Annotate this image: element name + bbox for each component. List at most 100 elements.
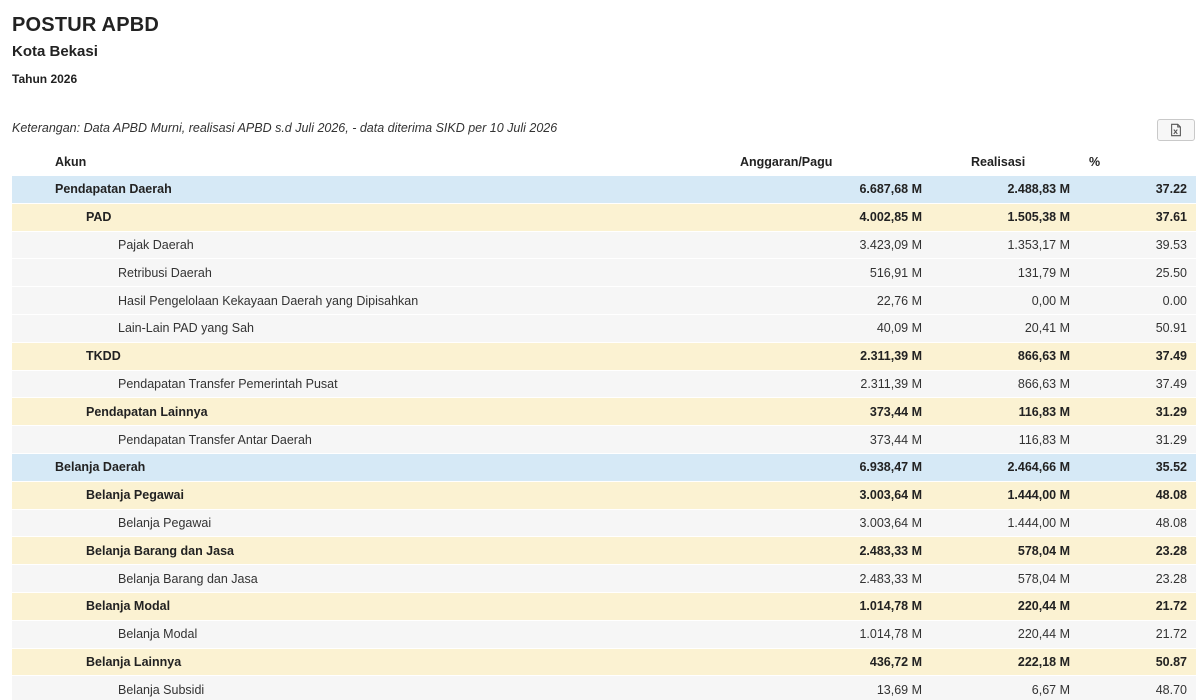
- column-header-realisasi: Realisasi: [971, 155, 1026, 169]
- anggaran-cell: 3.003,64 M: [859, 515, 922, 530]
- persen-cell: 25.50: [1155, 265, 1187, 280]
- page-title: POSTUR APBD: [12, 14, 160, 36]
- table-row: PAD 4.002,85 M 1.505,38 M 37.61: [12, 203, 1196, 232]
- realisasi-cell: 2.488,83 M: [1007, 182, 1070, 197]
- table-header: Akun Anggaran/Pagu Realisasi %: [12, 148, 1196, 176]
- akun-cell: Pendapatan Transfer Pemerintah Pusat: [118, 376, 338, 391]
- anggaran-cell: 436,72 M: [869, 654, 922, 669]
- akun-cell: Retribusi Daerah: [118, 265, 212, 280]
- persen-cell: 0.00: [1162, 293, 1187, 308]
- table-row: Lain-Lain PAD yang Sah 40,09 M 20,41 M 50.9…: [12, 314, 1196, 343]
- table-body: Pendapatan Daerah 6.687,68 M 2.488,83 M 37.…: [12, 176, 1196, 700]
- persen-cell: 50.91: [1155, 321, 1187, 336]
- table-row: Belanja Pegawai 3.003,64 M 1.444,00 M 48.08: [12, 481, 1196, 510]
- persen-cell: 37.61: [1155, 210, 1187, 225]
- column-header-persen: %: [1089, 155, 1101, 169]
- anggaran-cell: 13,69 M: [876, 682, 922, 697]
- persen-cell: 21.72: [1155, 599, 1187, 614]
- anggaran-cell: 1.014,78 M: [859, 627, 922, 642]
- persen-cell: 31.29: [1155, 432, 1187, 447]
- akun-cell: Belanja Pegawai: [118, 515, 212, 530]
- table-row: Belanja Barang dan Jasa 2.483,33 M 578,04 …: [12, 537, 1196, 566]
- persen-cell: 50.87: [1155, 654, 1187, 669]
- table-row: Pendapatan Transfer Pemerintah Pusat 2.31…: [12, 370, 1196, 399]
- akun-cell: Belanja Daerah: [55, 460, 146, 475]
- table-row: Retribusi Daerah 516,91 M 131,79 M 25.50: [12, 259, 1196, 288]
- page-subtitle: Kota Bekasi: [12, 43, 98, 60]
- persen-cell: 37.49: [1155, 349, 1187, 364]
- akun-cell: Belanja Pegawai: [86, 488, 184, 503]
- anggaran-cell: 2.483,33 M: [859, 543, 922, 558]
- anggaran-cell: 22,76 M: [876, 293, 922, 308]
- realisasi-cell: 866,63 M: [1017, 376, 1070, 391]
- akun-cell: Pendapatan Daerah: [55, 182, 172, 197]
- export-excel-button[interactable]: [1157, 119, 1195, 141]
- anggaran-cell: 6.938,47 M: [859, 460, 922, 475]
- table-row: Belanja Barang dan Jasa 2.483,33 M 578,04 …: [12, 565, 1196, 593]
- anggaran-cell: 1.014,78 M: [859, 599, 922, 614]
- akun-cell: Belanja Barang dan Jasa: [118, 571, 258, 586]
- anggaran-cell: 3.423,09 M: [859, 237, 922, 252]
- realisasi-cell: 1.505,38 M: [1007, 210, 1070, 225]
- anggaran-cell: 6.687,68 M: [859, 182, 922, 197]
- persen-cell: 31.29: [1155, 404, 1187, 419]
- realisasi-cell: 20,41 M: [1024, 321, 1070, 336]
- akun-cell: Belanja Modal: [118, 627, 198, 642]
- data-note: Keterangan: Data APBD Murni, realisasi A…: [12, 121, 558, 135]
- realisasi-cell: 116,83 M: [1018, 404, 1070, 419]
- persen-cell: 48.08: [1155, 488, 1187, 503]
- anggaran-cell: 516,91 M: [869, 265, 922, 280]
- persen-cell: 23.28: [1155, 543, 1187, 558]
- anggaran-cell: 40,09 M: [876, 321, 922, 336]
- persen-cell: 39.53: [1155, 237, 1187, 252]
- table-row: Belanja Lainnya 436,72 M 222,18 M 50.87: [12, 648, 1196, 677]
- persen-cell: 35.52: [1155, 460, 1187, 475]
- realisasi-cell: 220,44 M: [1017, 627, 1070, 642]
- realisasi-cell: 1.444,00 M: [1007, 515, 1070, 530]
- persen-cell: 21.72: [1155, 627, 1187, 642]
- table-row: Belanja Pegawai 3.003,64 M 1.444,00 M 48.08: [12, 509, 1196, 538]
- realisasi-cell: 116,83 M: [1018, 432, 1070, 447]
- realisasi-cell: 222,18 M: [1017, 654, 1070, 669]
- akun-cell: TKDD: [86, 349, 121, 364]
- akun-cell: PAD: [86, 210, 112, 225]
- apbd-table: Akun Anggaran/Pagu Realisasi % Pendapata…: [12, 148, 1196, 700]
- anggaran-cell: 4.002,85 M: [859, 210, 922, 225]
- akun-cell: Hasil Pengelolaan Kekayaan Daerah yang D…: [118, 293, 419, 308]
- anggaran-cell: 373,44 M: [869, 404, 922, 419]
- anggaran-cell: 3.003,64 M: [859, 488, 922, 503]
- akun-cell: Belanja Modal: [86, 599, 171, 614]
- persen-cell: 23.28: [1155, 571, 1187, 586]
- anggaran-cell: 2.311,39 M: [860, 349, 922, 364]
- table-row: Hasil Pengelolaan Kekayaan Daerah yang D…: [12, 287, 1196, 315]
- anggaran-cell: 2.311,39 M: [860, 376, 922, 391]
- akun-cell: Pendapatan Transfer Antar Daerah: [118, 432, 312, 447]
- akun-cell: Belanja Barang dan Jasa: [86, 543, 234, 558]
- table-row: Belanja Modal 1.014,78 M 220,44 M 21.72: [12, 620, 1196, 649]
- excel-export-icon: [1171, 123, 1181, 137]
- akun-cell: Pajak Daerah: [118, 237, 194, 252]
- persen-cell: 37.22: [1155, 182, 1187, 197]
- akun-cell: Belanja Subsidi: [118, 682, 205, 697]
- table-row: TKDD 2.311,39 M 866,63 M 37.49: [12, 342, 1196, 371]
- persen-cell: 48.70: [1155, 682, 1187, 697]
- anggaran-cell: 2.483,33 M: [859, 571, 922, 586]
- realisasi-cell: 1.444,00 M: [1007, 488, 1070, 503]
- table-row: Pendapatan Lainnya 373,44 M 116,83 M 31.29: [12, 398, 1196, 427]
- table-row: Belanja Modal 1.014,78 M 220,44 M 21.72: [12, 592, 1196, 621]
- akun-cell: Lain-Lain PAD yang Sah: [118, 321, 254, 336]
- persen-cell: 37.49: [1155, 376, 1187, 391]
- fiscal-year-label: Tahun 2026: [12, 72, 78, 86]
- realisasi-cell: 578,04 M: [1017, 543, 1070, 558]
- realisasi-cell: 0,00 M: [1031, 293, 1070, 308]
- realisasi-cell: 220,44 M: [1017, 599, 1070, 614]
- akun-cell: Pendapatan Lainnya: [86, 404, 208, 419]
- persen-cell: 48.08: [1155, 515, 1187, 530]
- table-row: Pendapatan Daerah 6.687,68 M 2.488,83 M 37.…: [12, 176, 1196, 204]
- table-row: Pajak Daerah 3.423,09 M 1.353,17 M 39.53: [12, 231, 1196, 260]
- realisasi-cell: 131,79 M: [1017, 265, 1070, 280]
- realisasi-cell: 2.464,66 M: [1007, 460, 1070, 475]
- realisasi-cell: 6,67 M: [1031, 682, 1070, 697]
- realisasi-cell: 866,63 M: [1017, 349, 1070, 364]
- table-row: Pendapatan Transfer Antar Daerah 373,44 M…: [12, 426, 1196, 454]
